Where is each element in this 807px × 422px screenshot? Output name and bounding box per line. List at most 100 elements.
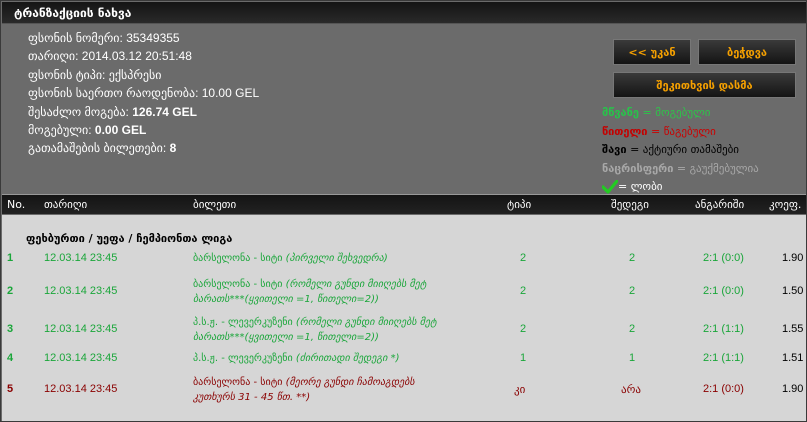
row-result: არა — [621, 384, 641, 396]
tickets-value: 8 — [169, 141, 177, 156]
row-number: 4 — [7, 352, 14, 364]
row-score: 2:1 (0:0) — [703, 252, 744, 264]
bet-type-value: ექსპრესი — [108, 67, 162, 82]
info-label: თარიღი: — [28, 49, 79, 64]
bet-date-value: 2014.03.12 20:51:48 — [81, 49, 192, 64]
league-title: ფეხბურთი / უეფა / ჩემპიონთა ლიგა — [26, 232, 233, 245]
legend-grey-text: = გაუქმებულია — [673, 161, 759, 175]
row-number: 3 — [7, 323, 14, 335]
legend-black-word: შავი — [602, 143, 627, 156]
row-market: (მეორე გუნდი ჩამოაგდებს — [285, 377, 415, 388]
row-type: 2 — [520, 252, 527, 264]
legend-check-text: = ლობი — [618, 180, 663, 193]
row-ticket: ბარსელონა - სიტი (მეორე გუნდი ჩამოაგდებს… — [193, 375, 415, 405]
row-type: კი — [514, 384, 526, 396]
table-row: 4 12.03.14 23:45 პ.ს.ჟ. - ლევერკუზენი (ძ… — [2, 352, 806, 372]
status-legend: მწვანე = მოგებული წითელი = წაგებული შავი… — [602, 104, 759, 197]
row-ticket: პ.ს.ჟ. - ლევერკუზენი (ძირითადი შედეგი *) — [193, 351, 400, 366]
legend-won: მწვანე = მოგებული — [602, 104, 759, 123]
bet-number-value: 35349355 — [126, 31, 180, 45]
possible-win-row: შესაძლო მოგება: 126.74 GEL — [28, 103, 259, 121]
col-type: ტიპი — [507, 198, 532, 211]
info-label: ფსონის ნომერი: — [28, 31, 123, 45]
legend-green-text: = მოგებული — [639, 106, 711, 119]
row-market-cont: ბარათს***(ყვითელი =1, წითელი=2)) — [193, 332, 379, 343]
bet-date-row: თარიღი: 2014.03.12 20:51:48 — [28, 47, 259, 65]
ask-question-button[interactable]: შეკითხვის დასმა — [613, 72, 796, 98]
legend-grey-word: ნაცრისფერი — [602, 161, 674, 175]
row-score: 2:1 (0:0) — [703, 383, 744, 395]
won-value: 0.00 GEL — [94, 123, 147, 138]
col-odds: კოეფ. — [769, 198, 802, 211]
col-ticket: ბილეთი — [193, 198, 237, 211]
row-match: პ.ს.ჟ. - ლევერკუზენი — [193, 317, 293, 328]
row-odds: 1.90 — [782, 383, 804, 395]
row-type: 2 — [520, 285, 527, 297]
row-match: პ.ს.ჟ. - ლევერკუზენი — [193, 353, 293, 364]
print-button[interactable]: ბეჭდვა — [698, 39, 796, 65]
row-match: ბარსელონა - სიტი — [193, 279, 283, 290]
legend-cancelled: ნაცრისფერი = გაუქმებულია — [602, 160, 759, 179]
table-row: 3 12.03.14 23:45 პ.ს.ჟ. - ლევერკუზენი (რ… — [2, 315, 806, 349]
row-date: 12.03.14 23:45 — [44, 285, 118, 297]
table-row: 2 12.03.14 23:45 ბარსელონა - სიტი (რომელ… — [2, 277, 806, 311]
info-label: ფსონის საერთო რაოდენობა: — [28, 86, 199, 101]
row-odds: 1.50 — [782, 285, 804, 297]
tickets-table: ფეხბურთი / უეფა / ჩემპიონთა ლიგა 1 12.03… — [2, 215, 806, 421]
row-type: 1 — [520, 352, 527, 364]
info-label: შესაძლო მოგება: — [28, 104, 129, 119]
row-result: 2 — [629, 323, 636, 335]
legend-red-text: = წაგებული — [647, 124, 716, 138]
bet-amount-value: 10.00 GEL — [201, 86, 260, 101]
row-date: 12.03.14 23:45 — [44, 383, 118, 395]
info-label: ფსონის ტიპი: — [28, 67, 106, 82]
legend-black-text: = აქტიური თამაშები — [626, 143, 739, 156]
legend-green-word: მწვანე — [602, 106, 639, 119]
row-odds: 1.55 — [782, 323, 804, 335]
row-market: (რომელი გუნდი მიიღებს მეტ — [295, 317, 437, 328]
col-result: შედეგი — [611, 198, 649, 211]
row-market-cont: ბარათს***(ყვითელი =1, წითელი=2)) — [193, 294, 379, 305]
back-button[interactable]: << უკან — [613, 39, 691, 65]
row-date: 12.03.14 23:45 — [44, 323, 118, 335]
info-label: მოგებული: — [28, 123, 92, 138]
row-ticket: პ.ს.ჟ. - ლევერკუზენი (რომელი გუნდი მიიღე… — [193, 315, 437, 345]
title-bar: ტრანზაქციის ნახვა — [2, 2, 806, 24]
won-row: მოგებული: 0.00 GEL — [28, 121, 259, 139]
legend-red-word: წითელი — [602, 124, 648, 138]
row-score: 2:1 (1:1) — [703, 323, 744, 335]
tickets-row: გათამაშების ბილეთები: 8 — [28, 139, 259, 157]
row-match: ბარსელონა - სიტი — [193, 377, 283, 388]
possible-win-value: 126.74 GEL — [132, 104, 197, 119]
row-match: ბარსელონა - სიტი — [193, 253, 283, 264]
bet-info: ფსონის ნომერი: 35349355 თარიღი: 2014.03.… — [28, 29, 259, 158]
col-date: თარიღი — [44, 198, 88, 211]
table-row: 5 12.03.14 23:45 ბარსელონა - სიტი (მეორე… — [2, 375, 806, 409]
row-number: 5 — [7, 383, 14, 395]
row-date: 12.03.14 23:45 — [44, 252, 118, 264]
table-row: 1 12.03.14 23:45 ბარსელონა - სიტი (პირვე… — [2, 252, 806, 272]
row-type: 2 — [520, 323, 527, 335]
row-odds: 1.90 — [782, 252, 804, 264]
legend-active: შავი = აქტიური თამაშები — [602, 141, 759, 160]
row-number: 2 — [7, 285, 14, 297]
bet-number-row: ფსონის ნომერი: 35349355 — [28, 29, 259, 47]
bet-type-row: ფსონის ტიპი: ექსპრესი — [28, 66, 259, 84]
row-odds: 1.51 — [782, 352, 804, 364]
info-label: გათამაშების ბილეთები: — [28, 141, 167, 156]
checkmark-icon — [602, 180, 618, 194]
row-number: 1 — [7, 252, 14, 264]
row-market: (რომელი გუნდი მიიღებს მეტ — [285, 279, 427, 290]
row-ticket: ბარსელონა - სიტი (პირველი შეხვედრა) — [193, 251, 388, 266]
row-score: 2:1 (1:1) — [703, 352, 744, 364]
row-date: 12.03.14 23:45 — [44, 352, 118, 364]
row-result: 1 — [629, 352, 636, 364]
row-result: 2 — [629, 285, 636, 297]
row-ticket: ბარსელონა - სიტი (რომელი გუნდი მიიღებს მ… — [193, 277, 426, 307]
row-result: 2 — [629, 252, 636, 264]
row-market: (ძირითადი შედეგი *) — [295, 353, 400, 364]
row-market: (პირველი შეხვედრა) — [285, 253, 388, 264]
col-score: ანგარიში — [695, 198, 745, 211]
legend-lost: წითელი = წაგებული — [602, 123, 759, 142]
page-title: ტრანზაქციის ნახვა — [14, 6, 132, 20]
